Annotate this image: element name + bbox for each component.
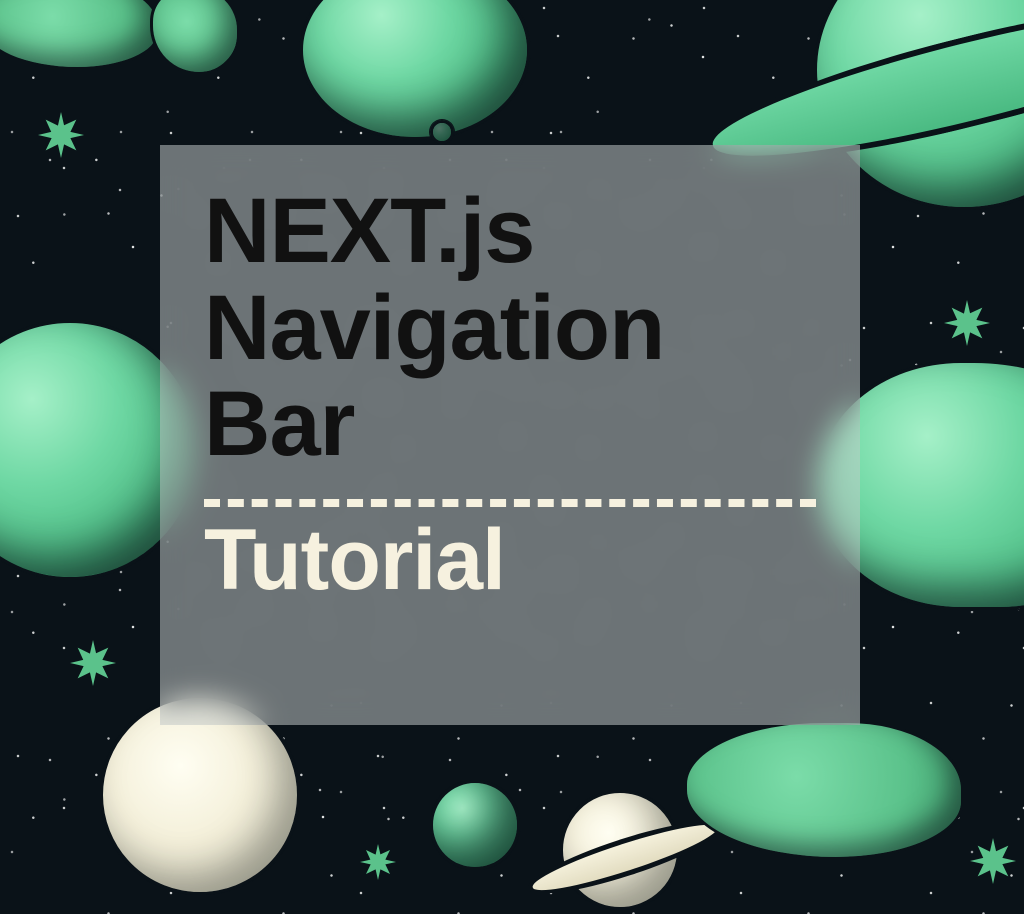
dashed-divider xyxy=(204,499,816,507)
star-burst-icon xyxy=(970,838,1016,884)
card-subtitle: Tutorial xyxy=(204,513,816,608)
moon-small-icon xyxy=(430,120,454,144)
title-line-1: NEXT.js xyxy=(204,180,534,282)
star-burst-icon xyxy=(944,300,990,346)
card-title: NEXT.js Navigation Bar xyxy=(204,183,816,473)
star-burst-icon xyxy=(70,640,116,686)
planet-bottom-center-icon xyxy=(430,780,520,870)
title-line-2: Navigation xyxy=(204,277,664,379)
saturn-bottom-icon xyxy=(560,790,680,910)
title-card: NEXT.js Navigation Bar Tutorial xyxy=(160,145,860,725)
star-burst-icon xyxy=(38,112,84,158)
planet-bottom-left-icon xyxy=(100,695,300,895)
star-burst-icon xyxy=(360,844,396,880)
title-line-3: Bar xyxy=(204,373,354,475)
